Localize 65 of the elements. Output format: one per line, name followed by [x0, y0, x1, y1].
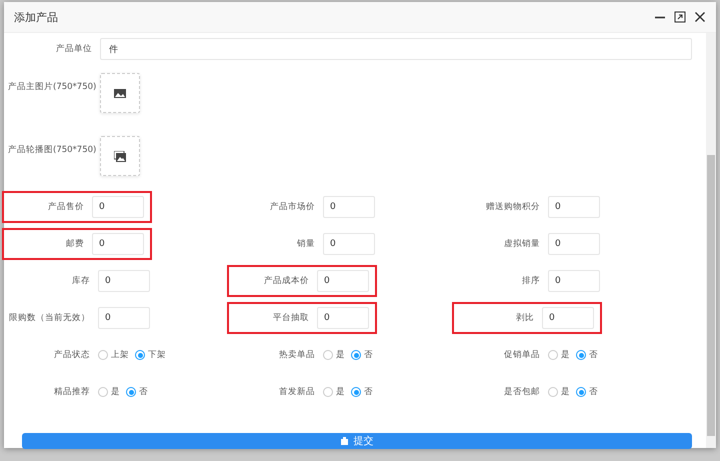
field-label: 产品单位 [55, 43, 92, 55]
field-label: 赠送购物积分 [485, 201, 540, 213]
radio-icon[interactable] [576, 350, 586, 360]
number-field[interactable]: 0 [548, 233, 600, 255]
radio-icon[interactable] [126, 387, 136, 397]
number-field[interactable]: 0 [98, 307, 150, 329]
radio-icon[interactable] [323, 350, 333, 360]
number-field[interactable]: 0 [323, 196, 375, 218]
number-field[interactable]: 0 [317, 307, 369, 329]
radio-icon[interactable] [323, 387, 333, 397]
field-label: 首发新品 [278, 386, 315, 398]
close-icon[interactable] [694, 11, 706, 23]
radio-option[interactable]: 否 [576, 349, 598, 361]
field-label: 虚拟销量 [503, 238, 540, 250]
radio-icon[interactable] [98, 350, 108, 360]
radio-icon[interactable] [351, 350, 361, 360]
field-label: 产品状态 [53, 349, 90, 361]
field-label: 排序 [521, 275, 540, 287]
radio-option[interactable]: 下架 [135, 349, 166, 361]
image-upload[interactable] [100, 73, 140, 113]
field-label: 产品售价 [47, 201, 84, 213]
maximize-icon[interactable] [674, 11, 686, 23]
radio-option[interactable]: 上架 [98, 349, 129, 361]
field-label: 平台抽取 [272, 312, 309, 324]
radio-icon[interactable] [351, 387, 361, 397]
radio-icon[interactable] [548, 387, 558, 397]
radio-icon[interactable] [135, 350, 145, 360]
radio-option[interactable]: 是 [548, 386, 570, 398]
scrollbar[interactable] [706, 33, 716, 448]
dialog-title: 添加产品 [14, 10, 59, 24]
field-label: 剥比 [515, 312, 534, 324]
unit-field[interactable]: 件 [100, 38, 692, 60]
number-field[interactable]: 0 [323, 233, 375, 255]
number-field[interactable]: 0 [548, 196, 600, 218]
image-icon [114, 88, 126, 98]
field-label: 是否包邮 [503, 386, 540, 398]
radio-option[interactable]: 是 [548, 349, 570, 361]
field-label: 精品推荐 [53, 386, 90, 398]
lock-icon [340, 437, 348, 445]
radio-option[interactable]: 是 [98, 386, 120, 398]
field-label: 邮费 [65, 238, 84, 250]
radio-icon[interactable] [548, 350, 558, 360]
number-field[interactable]: 0 [92, 196, 144, 218]
field-label: 产品成本价 [263, 275, 309, 287]
field-label: 库存 [71, 275, 90, 287]
number-field[interactable]: 0 [317, 270, 369, 292]
radio-icon[interactable] [576, 387, 586, 397]
radio-option[interactable]: 否 [351, 349, 373, 361]
image-upload[interactable] [100, 136, 140, 176]
field-label: 限购数（当前无效） [8, 312, 90, 324]
number-field[interactable]: 0 [548, 270, 600, 292]
field-label: 销量 [296, 238, 315, 250]
field-label: 热卖单品 [278, 349, 315, 361]
radio-icon[interactable] [98, 387, 108, 397]
field-label: 产品市场价 [269, 201, 315, 213]
radio-option[interactable]: 否 [576, 386, 598, 398]
radio-option[interactable]: 是 [323, 349, 345, 361]
number-field[interactable]: 0 [542, 307, 594, 329]
image-icon [114, 150, 126, 162]
radio-option[interactable]: 否 [351, 386, 373, 398]
field-label: 促销单品 [503, 349, 540, 361]
number-field[interactable]: 0 [92, 233, 144, 255]
radio-option[interactable]: 是 [323, 386, 345, 398]
radio-option[interactable]: 否 [126, 386, 148, 398]
number-field[interactable]: 0 [98, 270, 150, 292]
